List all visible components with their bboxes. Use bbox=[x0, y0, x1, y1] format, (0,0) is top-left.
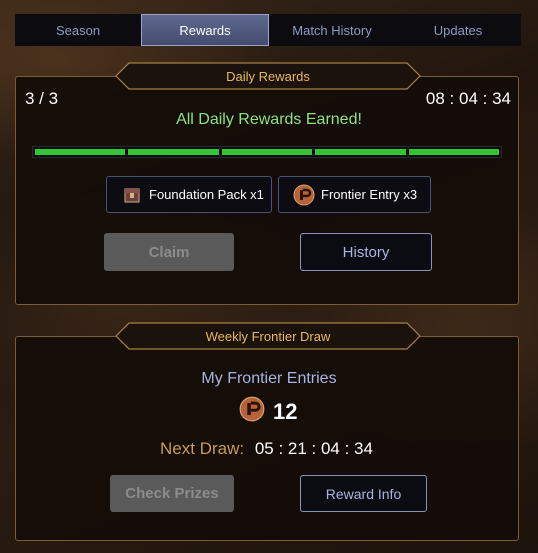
progress-segment bbox=[315, 149, 406, 155]
reward-label: Frontier Entry x3 bbox=[321, 187, 418, 202]
entries-count-group: 12 bbox=[239, 396, 297, 427]
check-prizes-button[interactable]: Check Prizes bbox=[110, 475, 234, 512]
reward-info-button[interactable]: Reward Info bbox=[300, 475, 427, 512]
progress-segment bbox=[128, 149, 219, 155]
claim-button[interactable]: Claim bbox=[104, 233, 234, 271]
tab-match-history[interactable]: Match History bbox=[269, 14, 395, 46]
next-draw-label: Next Draw: bbox=[160, 439, 245, 458]
daily-rewards-title: Daily Rewards bbox=[226, 68, 310, 84]
frontier-entry-icon bbox=[239, 396, 265, 427]
weekly-draw-title: Weekly Frontier Draw bbox=[205, 328, 331, 344]
frontier-entry-icon bbox=[293, 184, 315, 206]
tab-bar: Season Rewards Match History Updates bbox=[15, 14, 521, 46]
daily-progress-bar bbox=[32, 146, 502, 158]
tab-season[interactable]: Season bbox=[15, 14, 141, 46]
daily-rewards-header: Daily Rewards bbox=[115, 62, 421, 90]
daily-counter: 3 / 3 bbox=[25, 89, 59, 108]
entries-count: 12 bbox=[273, 398, 298, 424]
reward-frontier-entry: Frontier Entry x3 bbox=[278, 176, 431, 213]
weekly-draw-header: Weekly Frontier Draw bbox=[115, 322, 421, 350]
reward-label: Foundation Pack x1 bbox=[149, 187, 264, 202]
tab-updates[interactable]: Updates bbox=[395, 14, 521, 46]
reward-foundation-pack: Foundation Pack x1 bbox=[106, 176, 272, 213]
progress-segment bbox=[408, 149, 500, 155]
daily-timer: 08 : 04 : 34 bbox=[425, 89, 511, 108]
progress-segment bbox=[221, 149, 313, 155]
history-button[interactable]: History bbox=[300, 233, 432, 271]
daily-status-text: All Daily Rewards Earned! bbox=[176, 111, 362, 128]
next-draw-timer: 05 : 21 : 04 : 34 bbox=[254, 439, 373, 458]
progress-segment bbox=[35, 149, 126, 155]
entries-title: My Frontier Entries bbox=[201, 370, 337, 387]
tab-rewards[interactable]: Rewards bbox=[141, 14, 269, 46]
next-draw: Next Draw: 05 : 21 : 04 : 34 bbox=[160, 439, 373, 459]
foundation-pack-icon bbox=[121, 184, 143, 206]
